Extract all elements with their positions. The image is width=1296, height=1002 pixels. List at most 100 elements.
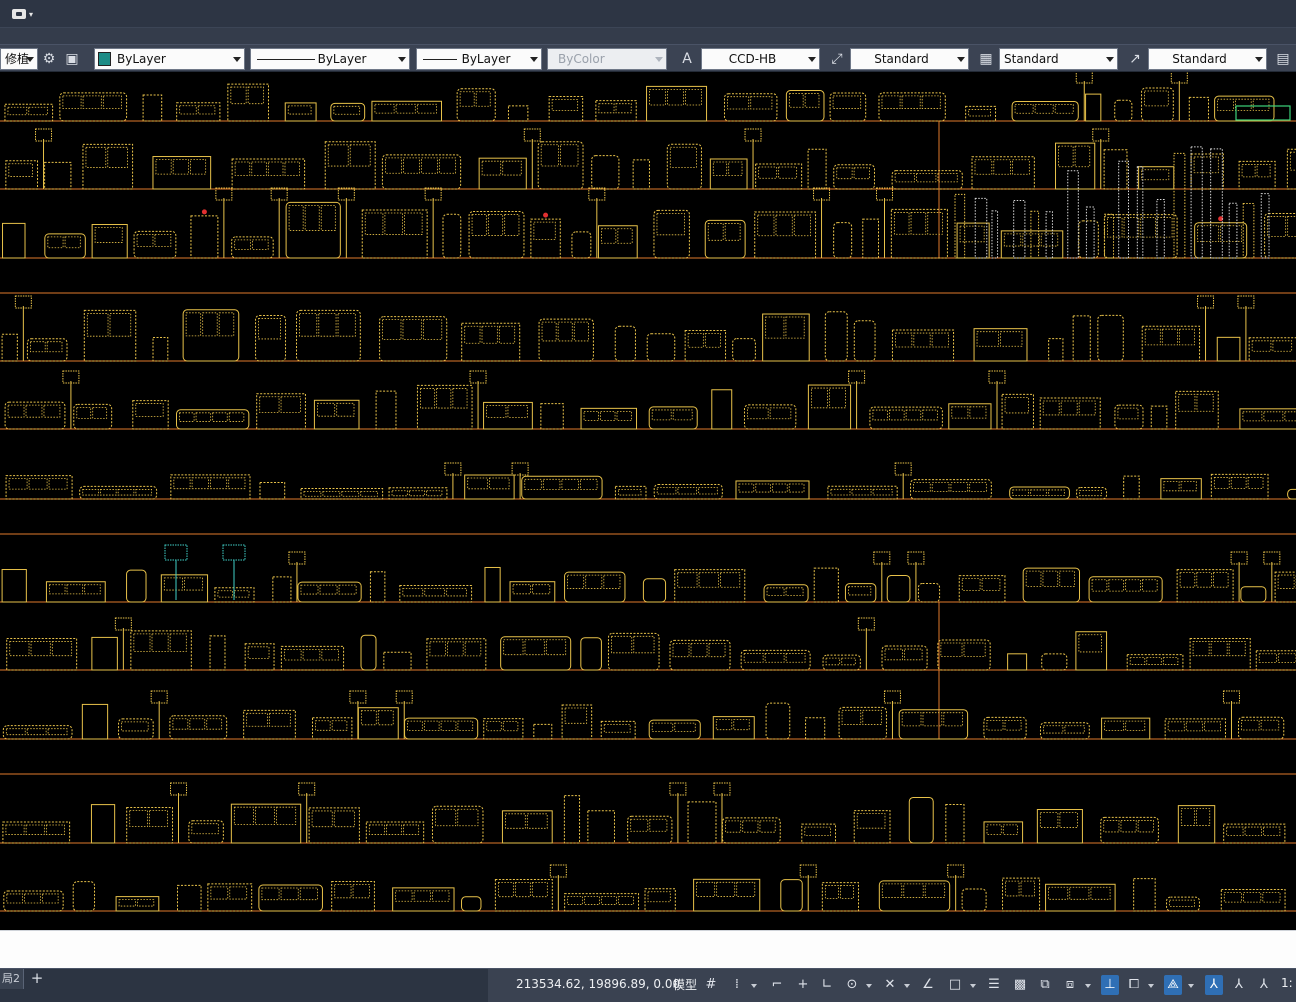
wardrobe-block [1173,152,1186,259]
multileader-style-icon[interactable]: ↗ [1125,49,1145,69]
status-bar: 局2 + 213534.62, 19896.89, 0.00 模型 # ⁞ ⌐ … [0,968,1296,1002]
color-label: ByLayer [117,52,166,66]
ortho-icon[interactable]: ∟ [818,975,836,995]
furniture-block [1085,93,1102,122]
polar-tracking-icon[interactable]: ⊙ [843,975,861,995]
furniture-block [669,639,731,671]
furniture-block [891,170,963,190]
furniture-block [961,888,987,912]
furniture-block [142,94,163,122]
color-dropdown[interactable]: ByLayer [94,48,245,70]
furniture-block [595,100,637,122]
furniture-block [381,154,462,190]
gizmo-icon[interactable]: ⟁ [1164,975,1182,995]
furniture-block [805,717,826,740]
furniture-block [762,313,810,362]
layout-tab[interactable]: 局2 [0,969,24,989]
furniture-block [1126,654,1184,671]
furniture-block [209,635,226,671]
linetype-dropdown[interactable]: ByLayer [250,48,410,70]
transparency-icon[interactable]: ▩ [1011,975,1029,995]
lineweight-toggle-icon[interactable]: ☰ [985,975,1003,995]
furniture-block [1075,631,1108,671]
furniture-block [500,636,572,671]
furniture-block [571,187,606,259]
chevron-down-icon[interactable] [1085,984,1091,988]
furniture-block [44,161,72,190]
furniture-block [648,719,701,740]
furniture-block [983,716,1027,740]
model-space-button[interactable]: 模型 [673,976,697,993]
furniture-block [653,209,690,259]
table-style-icon[interactable]: ▦ [976,49,996,69]
wardrobe-block [1045,211,1053,259]
furniture-block [1076,487,1108,500]
furniture-block [548,95,584,122]
furniture-block [1238,160,1276,190]
furniture-block [169,715,228,740]
dimension-style-icon[interactable]: ⤢ [827,49,847,69]
app-menu-button[interactable]: ▾ [12,6,33,22]
coordinate-readout[interactable]: 213534.62, 19896.89, 0.00 [516,977,680,991]
selection-cycling-icon[interactable]: ⧉ [1036,975,1054,995]
chevron-down-icon[interactable] [1148,984,1154,988]
color-swatch [98,52,111,66]
annotation-visibility-icon[interactable]: ⅄ [1205,975,1223,995]
snap-icon[interactable]: ⁞ [728,975,746,995]
furniture-block [1101,717,1151,740]
furniture-block [231,158,306,190]
furniture-block [1002,877,1041,912]
furniture-block [126,569,147,603]
command-line-area[interactable] [0,930,1296,968]
layer-isolate-icon[interactable]: ▣ [62,49,82,69]
layer-dropdown[interactable]: 修植 [0,48,38,70]
dimension-style-dropdown[interactable]: Standard [850,48,969,70]
auto-scale-icon[interactable]: ⅄ [1230,975,1248,995]
layer-state-gear-icon[interactable]: ⚙ [39,49,59,69]
lineweight-dropdown[interactable]: ByLayer [416,48,542,70]
furniture-block [509,581,556,603]
text-style-dropdown[interactable]: CCD-HB [701,48,820,70]
toolbar-overflow-icon[interactable]: ▤ [1273,49,1293,69]
drawing-canvas[interactable] [0,72,1296,930]
furniture-block [917,582,941,603]
object-snap-tracking-icon[interactable]: ∠ [919,975,937,995]
grid-icon[interactable]: # [702,975,720,995]
furniture-block [780,864,817,912]
infer-constraints-icon[interactable]: ⌐ [768,975,786,995]
wardrobe-block [1030,210,1040,259]
isodraft-icon[interactable]: ✕ [881,975,899,995]
furniture-block [1194,216,1248,259]
furniture-block [272,551,306,603]
chevron-down-icon[interactable] [904,984,910,988]
chevron-down-icon[interactable] [970,984,976,988]
selection-filter-icon[interactable]: ⧠ [1125,975,1143,995]
3d-osnap-icon[interactable]: ⧈ [1061,975,1079,995]
furniture-block [331,881,375,912]
furniture-block [507,105,529,122]
furniture-block [130,630,192,671]
furniture-block [666,143,702,190]
dynamic-input-icon[interactable]: + [794,975,812,995]
furniture-block [431,805,484,844]
table-style-dropdown[interactable]: Standard [999,48,1118,70]
annotation-scale-value[interactable]: 1: [1281,976,1293,990]
furniture-block [6,638,78,671]
multileader-style-dropdown[interactable]: Standard [1148,48,1267,70]
furniture-block [1141,295,1215,362]
chevron-down-icon[interactable] [751,984,757,988]
annotation-scale-icon[interactable]: ⅄ [1255,975,1273,995]
chevron-down-icon[interactable] [866,984,872,988]
dynamic-ucs-icon[interactable]: ⊥ [1101,975,1119,995]
desk-block [1235,105,1291,121]
furniture-block [324,141,376,190]
furniture-block [1041,653,1068,671]
text-style-icon[interactable]: A [677,49,697,69]
furniture-block [908,796,934,844]
wardrobe-block [1067,170,1079,259]
properties-toolbar: 修植 ⚙ ▣ ByLayer ByLayer ByLayer ByColor A… [0,44,1296,72]
furniture-block [1166,896,1200,912]
chevron-down-icon[interactable] [1188,984,1194,988]
add-layout-button[interactable]: + [26,969,48,989]
object-snap-icon[interactable]: □ [946,975,964,995]
